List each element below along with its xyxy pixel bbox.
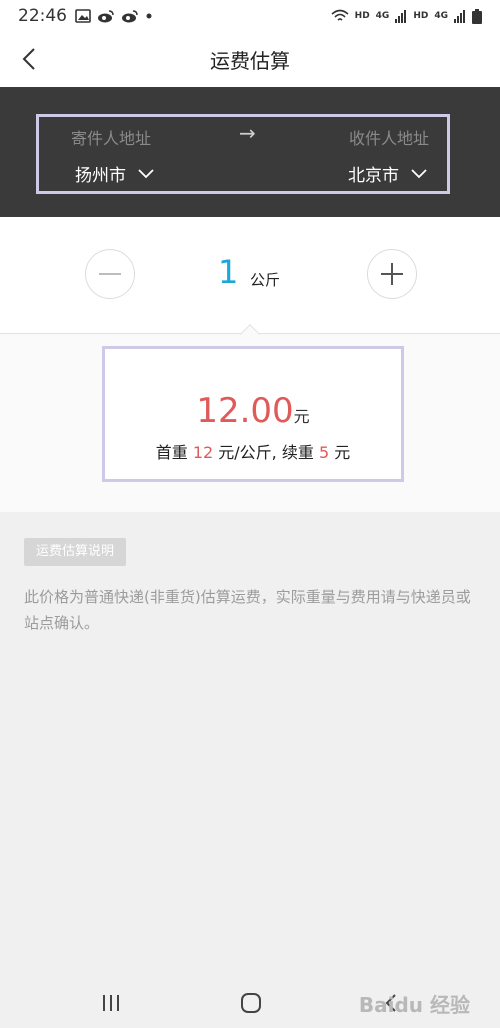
network-label-4: 4G <box>434 11 448 21</box>
minus-icon <box>99 273 121 275</box>
price-section: 12.00元 首重 12 元/公斤, 续重 5 元 <box>0 334 500 512</box>
wifi-icon <box>331 9 349 21</box>
price-card: 12.00元 首重 12 元/公斤, 续重 5 元 <box>102 346 404 482</box>
chevron-down-icon <box>138 168 154 178</box>
price-currency: 元 <box>293 407 310 426</box>
gallery-icon <box>75 9 91 23</box>
breakdown-prefix: 首重 <box>155 443 193 462</box>
receiver-city-value: 北京市 <box>348 166 399 186</box>
status-left-icons <box>75 9 153 23</box>
info-text: 此价格为普通快递(非重货)估算运费，实际重量与费用请与快递员或站点确认。 <box>24 588 471 632</box>
first-weight-price: 12 <box>192 443 214 462</box>
nav-bar: 运费估算 <box>0 32 500 87</box>
receiver-address-label: 收件人地址 <box>348 129 429 148</box>
battery-icon <box>472 8 482 24</box>
extra-weight-price: 5 <box>318 443 330 462</box>
address-box: 寄件人地址 → 收件人地址 扬州市 北京市 <box>36 114 450 194</box>
sender-city-select[interactable]: 扬州市 <box>75 161 154 186</box>
status-bar: 22:46 HD 4G HD 4G <box>0 0 500 32</box>
weight-value: 1 <box>218 253 239 291</box>
sender-address-label: 寄件人地址 <box>71 129 152 148</box>
info-section: 运费估算说明 此价格为普通快递(非重货)估算运费，实际重量与费用请与快递员或站点… <box>0 512 500 978</box>
price-amount: 12.00 <box>196 391 294 431</box>
home-button[interactable] <box>236 988 266 1018</box>
sender-city-value: 扬州市 <box>75 166 126 186</box>
weight-unit: 公斤 <box>250 271 281 289</box>
plus-icon <box>381 263 403 285</box>
page-title: 运费估算 <box>210 49 290 73</box>
signal-icon <box>395 9 407 23</box>
home-icon <box>241 993 261 1013</box>
decrease-weight-button[interactable] <box>85 249 135 299</box>
signal-icon-2 <box>454 9 465 23</box>
chevron-down-icon <box>411 168 427 178</box>
recents-icon <box>103 995 119 1011</box>
price-breakdown: 首重 12 元/公斤, 续重 5 元 <box>105 439 401 463</box>
estimated-price: 12.00元 <box>105 391 401 431</box>
breakdown-mid: 元/公斤, 续重 <box>213 443 319 462</box>
dot-icon <box>146 13 152 19</box>
recents-button[interactable] <box>96 988 126 1018</box>
network-label-3: HD <box>413 11 429 21</box>
breakdown-suffix: 元 <box>329 443 351 462</box>
back-button[interactable] <box>14 44 44 74</box>
weibo-icon-2 <box>122 10 138 23</box>
weibo-icon <box>98 10 114 23</box>
arrow-right-icon: → <box>239 121 256 145</box>
address-band: 寄件人地址 → 收件人地址 扬州市 北京市 <box>0 87 500 217</box>
watermark: Baidu 经验 <box>358 993 470 1017</box>
increase-weight-button[interactable] <box>367 249 417 299</box>
status-time: 22:46 <box>18 6 67 26</box>
status-right-icons: HD 4G HD 4G <box>331 8 482 24</box>
weight-stepper: 1 公斤 <box>0 217 500 334</box>
network-label-2: 4G <box>375 11 390 21</box>
chevron-left-icon <box>22 48 35 70</box>
network-label-1: HD <box>354 11 370 21</box>
receiver-city-select[interactable]: 北京市 <box>348 161 427 186</box>
info-tag: 运费估算说明 <box>24 538 127 566</box>
system-nav-bar: Baidu 经验 <box>0 978 500 1028</box>
